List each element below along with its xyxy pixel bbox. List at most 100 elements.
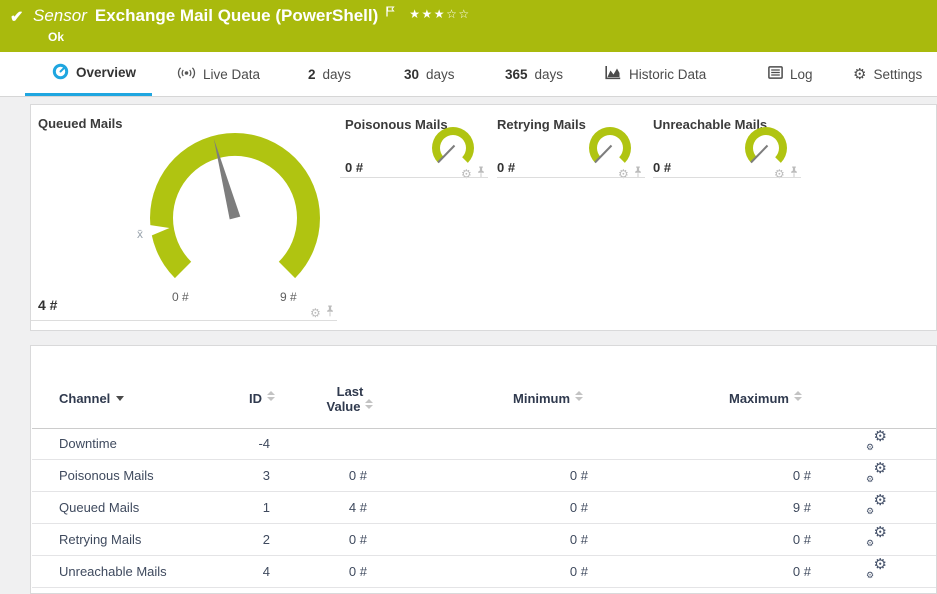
table-row-unreachable-mails: Unreachable Mails 4 0 # 0 # 0 # ⚙⚙ [32, 556, 936, 588]
tab-historic-data[interactable]: Historic Data [605, 52, 706, 96]
tile-pin-icon[interactable] [633, 165, 643, 183]
log-list-tab-icon [768, 66, 783, 82]
gauge-average-label: x̄ [137, 227, 143, 241]
sensor-status-header: ✔ Sensor Exchange Mail Queue (PowerShell… [0, 0, 937, 52]
tab-log[interactable]: Log [768, 52, 813, 96]
channel-name: Unreachable Mails [59, 564, 167, 579]
area-chart-tab-icon [605, 65, 622, 83]
maximum-value: 0 # [712, 564, 811, 579]
tile-pin-icon[interactable] [789, 165, 799, 183]
tab-label: days [323, 67, 352, 82]
channel-settings-gears-icon[interactable]: ⚙⚙ [865, 560, 887, 580]
sort-icon [365, 399, 373, 409]
channel-table-panel: Channel ID Last Value Minimum Maximum Do… [30, 345, 937, 594]
tab-2-days[interactable]: 2 days [308, 52, 351, 96]
main-gauge-title: Queued Mails [38, 116, 123, 131]
tab-label: Settings [873, 67, 922, 82]
last-value: 0 # [282, 532, 367, 547]
table-row-retrying-mails: Retrying Mails 2 0 # 0 # 0 # ⚙⚙ [32, 524, 936, 556]
minimum-value: 0 # [492, 468, 588, 483]
stars-empty[interactable]: ☆☆ [446, 7, 471, 21]
stars-filled[interactable]: ★★★ [409, 7, 446, 21]
channel-name: Retrying Mails [59, 532, 141, 547]
last-value: 0 # [282, 468, 367, 483]
sensor-title: Exchange Mail Queue (PowerShell) [95, 6, 378, 26]
tab-label: Historic Data [629, 67, 706, 82]
channel-id: 2 [212, 532, 270, 547]
table-row-queued-mails: Queued Mails 1 4 # 0 # 9 # ⚙⚙ [32, 492, 936, 524]
channel-settings-gears-icon[interactable]: ⚙⚙ [865, 528, 887, 548]
tab-label: Live Data [203, 67, 260, 82]
tab-label: days [426, 67, 455, 82]
tile-divider [497, 177, 645, 178]
tile-divider [31, 320, 337, 321]
status-text: Ok [48, 30, 64, 44]
tab-label: Log [790, 67, 813, 82]
sort-desc-icon [116, 396, 124, 401]
channel-id: -4 [212, 436, 270, 451]
status-ok-check-icon: ✔ [10, 7, 23, 27]
channel-id: 1 [212, 500, 270, 515]
column-header-maximum[interactable]: Maximum [729, 391, 802, 406]
gauge-max-label: 9 # [280, 290, 297, 304]
minimum-value: 0 # [492, 500, 588, 515]
tab-30-days[interactable]: 30 days [404, 52, 455, 96]
small-gauge-value: 0 # [345, 160, 363, 175]
tile-settings-gear-icon[interactable]: ⚙ [310, 307, 321, 319]
queued-mails-gauge [145, 126, 325, 302]
column-header-minimum[interactable]: Minimum [513, 391, 583, 406]
object-type-label: Sensor [33, 6, 87, 26]
tab-number: 2 [308, 67, 316, 82]
maximum-value: 0 # [712, 468, 811, 483]
gauge-min-label: 0 # [172, 290, 189, 304]
sort-icon [575, 391, 583, 401]
tile-divider [653, 177, 801, 178]
tab-365-days[interactable]: 365 days [505, 52, 563, 96]
column-header-id[interactable]: ID [249, 391, 275, 406]
tab-overview[interactable]: Overview [25, 52, 152, 96]
tab-live-data[interactable]: Live Data [177, 52, 260, 96]
priority-flag-icon[interactable] [386, 4, 395, 22]
maximum-value: 0 # [712, 532, 811, 547]
maximum-value: 9 # [712, 500, 811, 515]
small-gauge-title: Retrying Mails [497, 117, 586, 132]
tab-number: 365 [505, 67, 528, 82]
prtg-sensor-page: ✔ Sensor Exchange Mail Queue (PowerShell… [0, 0, 937, 594]
table-row-poisonous-mails: Poisonous Mails 3 0 # 0 # 0 # ⚙⚙ [32, 460, 936, 492]
main-gauge-value: 4 # [38, 297, 57, 313]
channel-name: Downtime [59, 436, 117, 451]
tab-number: 30 [404, 67, 419, 82]
small-gauge-value: 0 # [497, 160, 515, 175]
tile-divider [340, 177, 488, 178]
tab-label: Overview [76, 65, 136, 80]
tile-corner-actions: ⚙ [774, 165, 799, 183]
channel-settings-gears-icon[interactable]: ⚙⚙ [865, 464, 887, 484]
sort-icon [794, 391, 802, 401]
tab-settings[interactable]: ⚙ Settings [853, 52, 922, 96]
tab-label: days [535, 67, 564, 82]
column-header-channel[interactable]: Channel [59, 391, 124, 406]
channel-settings-gears-icon[interactable]: ⚙⚙ [865, 496, 887, 516]
channel-name: Poisonous Mails [59, 468, 154, 483]
tab-bar: Overview Live Data 2days 30days 365days … [0, 52, 937, 97]
last-value: 4 # [282, 500, 367, 515]
column-header-last-value[interactable]: Last Value [319, 384, 381, 414]
tile-pin-icon[interactable] [476, 165, 486, 183]
minimum-value: 0 # [492, 532, 588, 547]
tile-settings-gear-icon[interactable]: ⚙ [618, 168, 629, 180]
channel-name: Queued Mails [59, 500, 139, 515]
table-row-downtime: Downtime -4 ⚙⚙ [32, 428, 936, 460]
gear-tab-icon: ⚙ [853, 67, 866, 82]
channel-id: 4 [212, 564, 270, 579]
tile-settings-gear-icon[interactable]: ⚙ [461, 168, 472, 180]
tile-corner-actions: ⚙ [618, 165, 643, 183]
tile-corner-actions: ⚙ [461, 165, 486, 183]
live-data-tab-icon [177, 66, 196, 83]
tile-settings-gear-icon[interactable]: ⚙ [774, 168, 785, 180]
priority-stars[interactable]: ★★★☆☆ [409, 7, 470, 21]
gauge-tab-icon [52, 63, 69, 83]
channel-settings-gears-icon[interactable]: ⚙⚙ [865, 432, 887, 452]
sort-icon [267, 391, 275, 401]
small-gauge-value: 0 # [653, 160, 671, 175]
minimum-value: 0 # [492, 564, 588, 579]
